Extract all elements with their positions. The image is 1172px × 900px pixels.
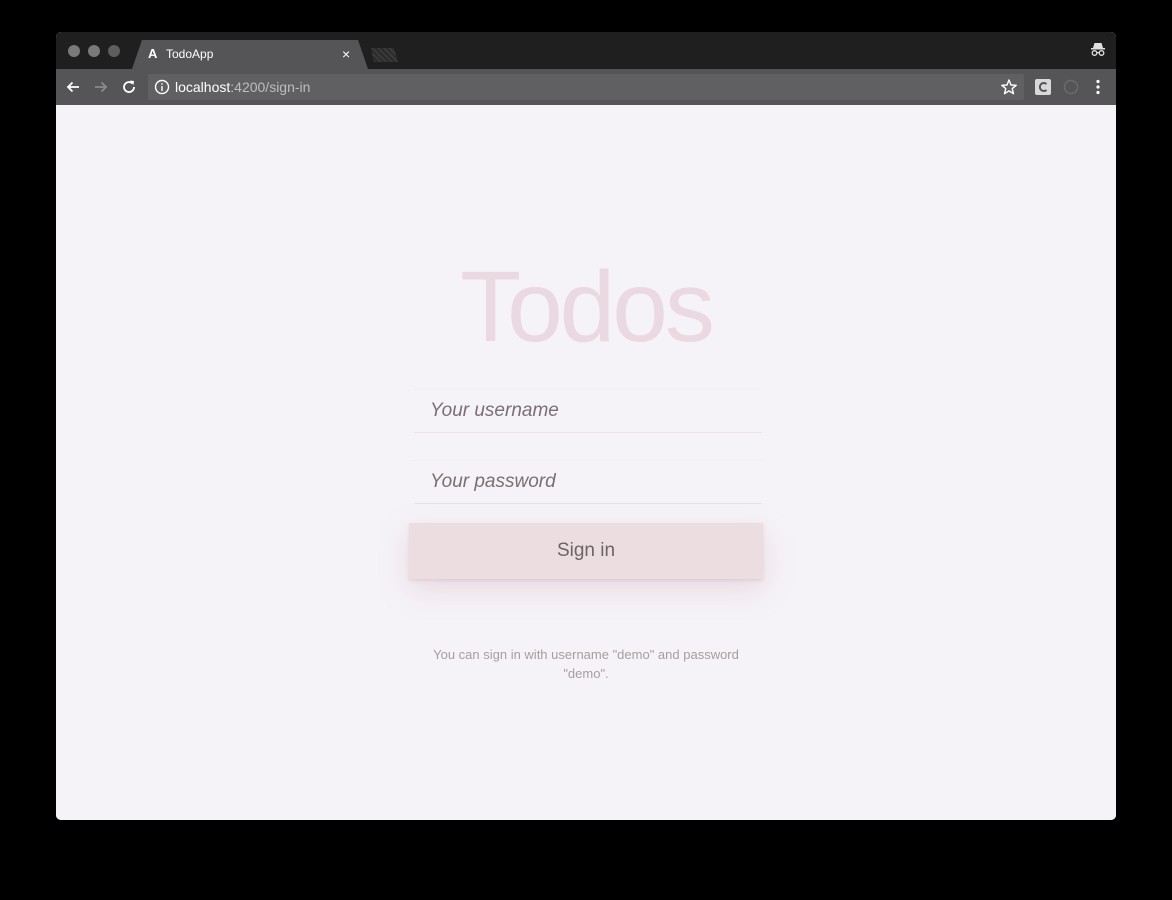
- angular-favicon-icon: A: [148, 46, 158, 61]
- sign-in-page: Todos Sign in You can sign in with usern…: [56, 105, 1116, 820]
- forward-arrow-icon[interactable]: [92, 78, 110, 96]
- extension-icon[interactable]: [1034, 78, 1052, 96]
- info-icon[interactable]: [154, 79, 170, 95]
- tab-todoapp[interactable]: A TodoApp ×: [132, 40, 368, 69]
- password-input[interactable]: [414, 461, 762, 503]
- star-icon[interactable]: [1000, 78, 1018, 96]
- extension-placeholder-icon[interactable]: [1062, 78, 1080, 96]
- sign-in-hint: You can sign in with username "demo" and…: [433, 647, 739, 681]
- minimize-window-button[interactable]: [88, 45, 100, 57]
- username-field: [414, 389, 762, 433]
- sign-in-button[interactable]: Sign in: [409, 523, 763, 579]
- username-input[interactable]: [414, 390, 762, 432]
- app-logo: Todos: [460, 251, 715, 363]
- tab-title: TodoApp: [166, 47, 214, 61]
- kebab-menu-icon[interactable]: [1089, 78, 1107, 96]
- address-bar[interactable]: localhost:4200/sign-in: [148, 74, 1024, 100]
- url-text[interactable]: localhost:4200/sign-in: [175, 79, 310, 95]
- password-field: [414, 460, 762, 504]
- close-window-button[interactable]: [68, 45, 80, 57]
- browser-window: A TodoApp × localhost:4200/sign-in Todos…: [56, 32, 1116, 820]
- incognito-icon: [1091, 43, 1105, 56]
- back-arrow-icon[interactable]: [64, 78, 82, 96]
- url-host: localhost: [175, 79, 231, 95]
- maximize-window-button[interactable]: [108, 45, 120, 57]
- tab-close-icon[interactable]: ×: [342, 46, 350, 62]
- url-path: :4200/sign-in: [230, 79, 311, 95]
- browser-toolbar: localhost:4200/sign-in: [56, 69, 1116, 105]
- new-tab-button[interactable]: [371, 48, 398, 62]
- tab-strip: A TodoApp ×: [56, 32, 1116, 69]
- reload-icon[interactable]: [120, 78, 138, 96]
